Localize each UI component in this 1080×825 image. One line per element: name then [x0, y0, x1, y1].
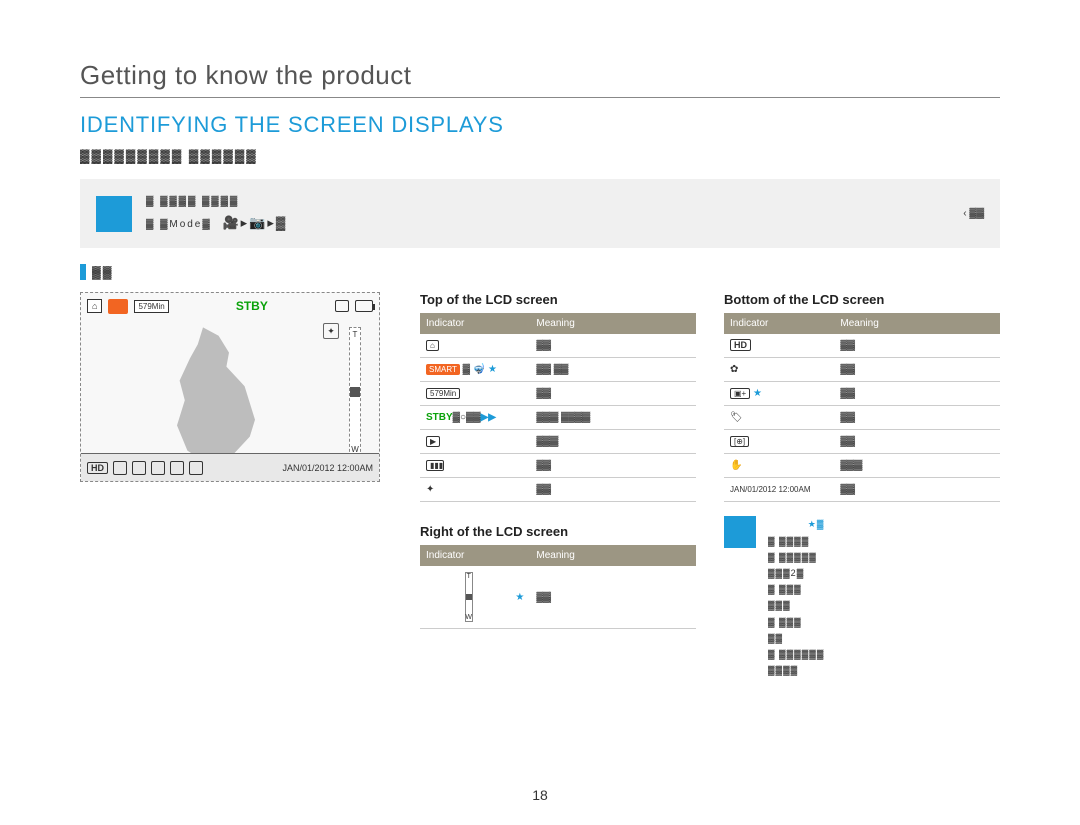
top-row-1-meaning: ▓▓ ▓▓	[530, 358, 696, 382]
top-th-indicator: Indicator	[420, 313, 530, 334]
right-th-meaning: Meaning	[530, 545, 696, 566]
top-table-title: Top of the LCD screen	[420, 292, 696, 307]
right-table: Indicator Meaning T W ★	[420, 545, 696, 629]
right-th-indicator: Indicator	[420, 545, 530, 566]
top-row-4-meaning: ▓▓▓	[530, 430, 696, 454]
footnote-box: ★▓ ▓ ▓▓▓▓ ▓ ▓▓▓▓▓ ▓▓▓2▓ ▓ ▓▓▓ ▓▓▓ ▓ ▓▓▓ …	[724, 516, 1000, 678]
stabilizer-cell: ✋	[730, 460, 742, 471]
footnote-lines: ★▓ ▓ ▓▓▓▓ ▓ ▓▓▓▓▓ ▓▓▓2▓ ▓ ▓▓▓ ▓▓▓ ▓ ▓▓▓ …	[768, 516, 824, 678]
top-row-2-meaning: ▓▓	[530, 382, 696, 406]
battery-icon	[355, 300, 373, 312]
chapter-title: Getting to know the product	[80, 60, 1000, 91]
zoom-knob	[350, 387, 360, 397]
gear-cell: ✿	[730, 364, 738, 375]
bottom-table-title: Bottom of the LCD screen	[724, 292, 1000, 307]
subtitle: ▓▓▓▓▓▓▓▓▓ ▓▓▓▓▓▓	[80, 148, 1000, 163]
gear-icon	[113, 461, 127, 475]
playback-icon	[335, 300, 349, 312]
stby-cell: STBY	[426, 412, 453, 423]
note-page-ref: ‹ ▓▓	[963, 208, 984, 219]
lcd-top-row: ⌂ 579Min STBY	[81, 293, 379, 319]
zoom-t-mini: T	[467, 573, 471, 580]
divider	[80, 97, 1000, 98]
lcd-screen: ⌂ 579Min STBY ✦ T W HD	[80, 292, 380, 482]
star-marker: ★	[488, 364, 497, 375]
date-cell: JAN/01/2012 12:00AM	[724, 478, 834, 502]
mode-bar-marker	[80, 264, 86, 280]
mode-bar: ▓▓	[80, 264, 1000, 280]
footnote-8: ▓▓▓▓	[768, 662, 824, 678]
dive-icon: 🤿	[473, 364, 485, 375]
top-row-6-meaning: ▓▓	[530, 478, 696, 502]
note-line-1: ▓ ▓▓▓▓ ▓▓▓▓	[146, 193, 949, 211]
hd-cell: HD	[730, 339, 751, 351]
exposure-icon	[132, 461, 146, 475]
lcd-bottom-row: HD JAN/01/2012 12:00AM	[81, 453, 379, 481]
stabilizer-icon	[189, 461, 203, 475]
bottom-row-1-meaning: ▓▓	[834, 358, 1000, 382]
bottom-row-3-meaning: ▓▓	[834, 406, 1000, 430]
top-row-5-meaning: ▓▓	[530, 454, 696, 478]
hd-icon: HD	[87, 462, 108, 474]
effect-icon: ✦	[323, 323, 339, 339]
footnote-icon	[724, 516, 756, 548]
bottom-row-5-meaning: ▓▓▓	[834, 454, 1000, 478]
focus-icon	[170, 461, 184, 475]
top-row-0-meaning: ▓▓	[530, 334, 696, 358]
smart-chip-cell: SMART	[426, 364, 460, 375]
zoom-tele-label: T	[353, 330, 358, 339]
exposure-cell: ▣+	[730, 388, 750, 399]
bottom-table: Indicator Meaning HD ▓▓ ✿ ▓▓ ▣+ ★ ▓▓ 🏷︎ ▓▓ […	[724, 313, 1000, 502]
note-icon	[96, 196, 132, 232]
mode-bar-text: ▓▓	[92, 265, 114, 279]
zoom-star: ★	[515, 592, 524, 603]
top-table: Indicator Meaning ⌂▓▓ SMART ▓ 🤿 ★▓▓ ▓▓ 5…	[420, 313, 696, 502]
footnote-6: ▓▓	[768, 630, 824, 646]
note-box: ▓ ▓▓▓▓ ▓▓▓▓ ▓ ▓Mode▓ 🎥▸📷▸▓ ‹ ▓▓	[80, 179, 1000, 248]
wb-cell: 🏷︎	[730, 412, 743, 423]
wb-icon	[151, 461, 165, 475]
play-arrows-icon: ▶▶	[481, 412, 496, 423]
memory-time: 579Min	[134, 300, 168, 313]
footnote-1: ▓ ▓▓▓▓▓	[768, 549, 824, 565]
zoom-w-mini: W	[465, 614, 472, 621]
card-icon-cell: ⌂	[426, 340, 439, 351]
bottom-row-0-meaning: ▓▓	[834, 334, 1000, 358]
bottom-row-2-meaning: ▓▓	[834, 382, 1000, 406]
note-line-2: ▓ ▓Mode▓ 🎥▸📷▸▓	[146, 211, 949, 234]
bottom-th-indicator: Indicator	[724, 313, 834, 334]
battery-cell: ▮▮▮	[426, 460, 444, 471]
section-title: IDENTIFYING THE SCREEN DISPLAYS	[80, 112, 1000, 138]
footnote-5: ▓ ▓▓▓	[768, 614, 824, 630]
bottom-row-4-meaning: ▓▓	[834, 430, 1000, 454]
exp-star: ★	[753, 388, 762, 399]
memory-cell: 579Min	[426, 388, 460, 399]
playback-cell: ▶	[426, 436, 440, 447]
card-icon: ⌂	[87, 299, 102, 313]
effect-cell: ✦	[426, 484, 434, 495]
footnote-4: ▓▓▓	[768, 597, 824, 613]
smart-chip-icon	[108, 299, 128, 314]
right-row-0-meaning: ▓▓	[530, 566, 696, 629]
right-table-title: Right of the LCD screen	[420, 524, 696, 539]
top-th-meaning: Meaning	[530, 313, 696, 334]
zoom-bar-mini: T W	[465, 572, 473, 622]
footnote-0: ▓ ▓▓▓▓	[768, 533, 824, 549]
footnote-2: ▓▓▓2▓	[768, 565, 824, 581]
bottom-row-6-meaning: ▓▓	[834, 478, 1000, 502]
mode-icons: 🎥▸📷▸▓	[222, 211, 287, 234]
footnote-7: ▓ ▓▓▓▓▓▓	[768, 646, 824, 662]
footnote-star: ★▓	[808, 519, 825, 529]
stby-status: STBY	[236, 299, 268, 313]
focus-cell: [⊕]	[730, 436, 749, 447]
top-row-3-meaning: ▓▓▓ ▓▓▓▓	[530, 406, 696, 430]
lcd-datetime: JAN/01/2012 12:00AM	[282, 463, 373, 473]
zoom-knob-mini	[466, 594, 472, 600]
page-number: 18	[532, 787, 548, 803]
note-line-2a: ▓ ▓Mode▓	[146, 219, 212, 230]
footnote-3: ▓ ▓▓▓	[768, 581, 824, 597]
zoom-bar: T W	[349, 327, 361, 457]
bottom-th-meaning: Meaning	[834, 313, 1000, 334]
subject-silhouette	[151, 327, 281, 467]
